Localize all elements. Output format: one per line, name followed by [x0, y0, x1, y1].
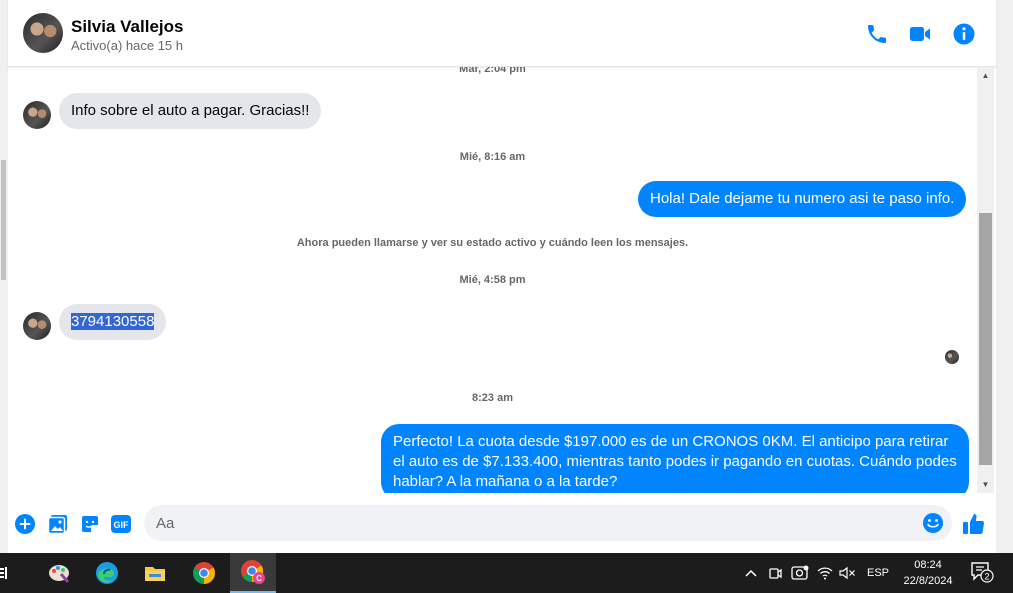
wifi-icon[interactable]: [817, 563, 833, 583]
conversation-scrollbar[interactable]: ▲ ▼: [977, 67, 994, 493]
gif-label: GIF: [114, 520, 130, 530]
screen-capture-icon[interactable]: [791, 563, 809, 583]
windows-taskbar: C ESP 08:24 22/8/2024 2: [0, 553, 1013, 593]
system-clock[interactable]: 08:24 22/8/2024: [896, 557, 960, 589]
outer-scrollbar-right[interactable]: [996, 0, 1013, 553]
thumbs-up-icon[interactable]: [962, 512, 986, 536]
chat-header: Silvia Vallejos Activo(a) hace 15 h: [8, 0, 996, 67]
sender-avatar[interactable]: [23, 101, 51, 129]
contact-status: Activo(a) hace 15 h: [71, 38, 184, 53]
sticker-icon[interactable]: [79, 513, 101, 535]
phone-icon[interactable]: [865, 22, 889, 46]
info-icon[interactable]: [952, 22, 976, 46]
plus-circle-icon[interactable]: [14, 513, 36, 535]
outer-scrollbar-thumb[interactable]: [1, 160, 6, 280]
clock-date: 22/8/2024: [903, 575, 953, 587]
sender-avatar[interactable]: [23, 312, 51, 340]
read-receipt-avatar: [945, 350, 959, 364]
contact-name[interactable]: Silvia Vallejos: [71, 17, 183, 37]
image-gallery-icon[interactable]: [47, 513, 69, 535]
outer-scrollbar-left[interactable]: [0, 0, 8, 553]
notification-center-icon[interactable]: 2: [970, 562, 994, 583]
clock-time: 08:24: [914, 559, 942, 571]
message-outgoing[interactable]: Perfecto! La cuota desde $197.000 es de …: [381, 424, 969, 493]
video-camera-icon[interactable]: [908, 22, 932, 46]
volume-muted-icon[interactable]: [838, 563, 856, 583]
contact-avatar[interactable]: [23, 13, 63, 53]
scrollbar-thumb[interactable]: [979, 213, 992, 465]
message-composer: GIF: [8, 493, 996, 553]
message-incoming[interactable]: 3794130558: [59, 304, 167, 340]
gif-icon[interactable]: GIF: [110, 513, 132, 535]
chat-notice: Ahora pueden llamarse y ver su estado ac…: [296, 237, 689, 249]
timestamp: Mar, 2:04 pm: [459, 67, 526, 75]
chrome-profile-active-icon[interactable]: C: [230, 553, 276, 593]
language-indicator[interactable]: ESP: [867, 563, 889, 583]
svg-text:C: C: [256, 574, 262, 583]
notification-count: 2: [984, 572, 989, 582]
timestamp: 8:23 am: [472, 392, 513, 404]
chrome-browser-icon[interactable]: [181, 553, 227, 593]
selected-text[interactable]: 3794130558: [71, 313, 155, 330]
edge-browser-icon[interactable]: [84, 553, 130, 593]
message-input[interactable]: [156, 505, 916, 541]
meet-now-icon[interactable]: [767, 563, 783, 583]
message-input-container[interactable]: [144, 505, 952, 541]
show-hidden-icons-chevron-icon[interactable]: [744, 563, 758, 583]
file-explorer-icon[interactable]: [132, 553, 178, 593]
task-view-icon[interactable]: [0, 553, 16, 593]
paint-app-icon[interactable]: [36, 553, 82, 593]
scroll-down-arrow-icon[interactable]: ▼: [977, 476, 994, 493]
message-outgoing[interactable]: Hola! Dale dejame tu numero asi te paso …: [638, 181, 967, 217]
emoji-icon[interactable]: [922, 512, 944, 534]
message-incoming[interactable]: Info sobre el auto a pagar. Gracias!!: [59, 93, 322, 129]
timestamp: Mié, 4:58 pm: [459, 274, 526, 286]
scroll-up-arrow-icon[interactable]: ▲: [977, 67, 994, 84]
timestamp: Mié, 8:16 am: [459, 151, 526, 163]
conversation-pane[interactable]: Mar, 2:04 pm Info sobre el auto a pagar.…: [8, 67, 977, 493]
